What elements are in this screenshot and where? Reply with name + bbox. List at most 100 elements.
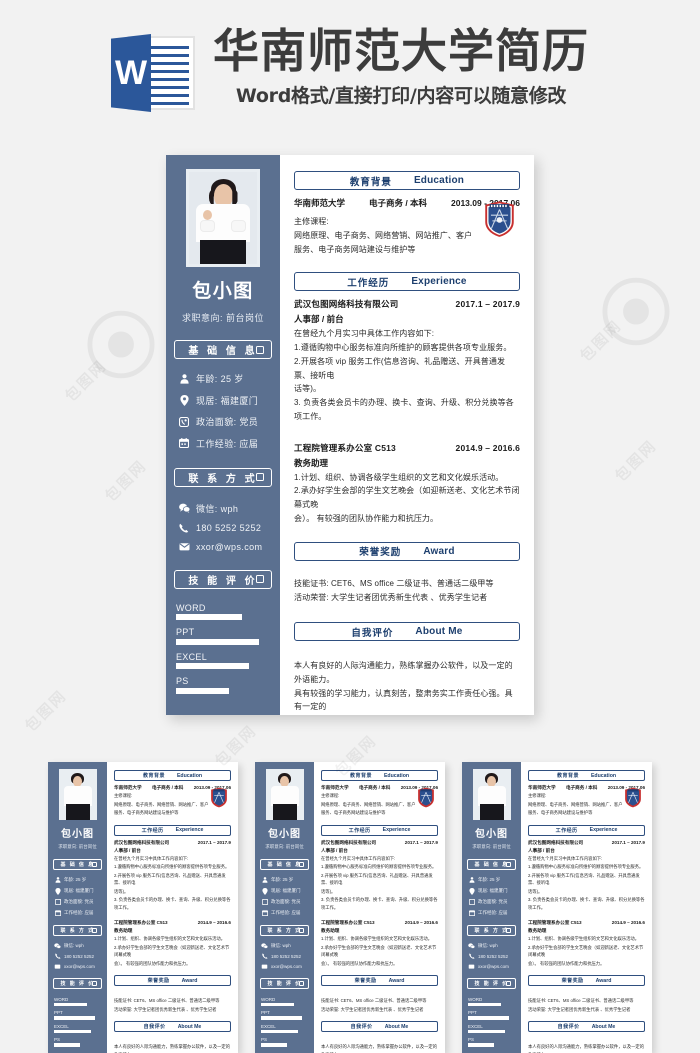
email-icon: [177, 542, 191, 551]
job-role: 教务助理: [321, 928, 340, 934]
wechat-icon: [54, 942, 61, 949]
education-school: 华南师范大学: [294, 198, 346, 208]
job-line: 2.开展各项 vip 服务工作(信息咨询、礼品赠送、开具普通发票、接听电: [528, 872, 640, 886]
skill-item: PPT: [261, 1010, 308, 1020]
wechat-icon: [177, 503, 191, 513]
resume-document[interactable]: 包小图 求职意向: 前台岗位 基 础 信 息 年龄: 25 岁 现居: 福建厦门…: [166, 155, 534, 715]
thumb-objective: 求职意向: 前台岗位: [265, 844, 304, 849]
thumb-section-basic: 基 础 信 息: [467, 859, 516, 870]
thumb-section-contact: 联 系 方 式: [53, 924, 102, 936]
job-org: 武汉包图网络科技有限公司: [321, 839, 377, 845]
skill-fill: [54, 1029, 91, 1033]
skill-track: [176, 687, 270, 694]
job-objective: 求职意向: 前台岗位: [181, 313, 264, 323]
badge-icon: [177, 416, 191, 427]
sidebar-section-label: 联 系 方 式: [188, 473, 258, 485]
skill-label: PPT: [261, 1010, 270, 1015]
list-item-label: xxor@wps.com: [271, 963, 302, 969]
section-title-en: Experience: [382, 827, 411, 834]
job-line: 话等)。: [528, 888, 543, 894]
skill-item: PPT: [468, 1010, 515, 1020]
list-item-label: 政治面貌: 党员: [271, 899, 301, 904]
thumb-contact-list: 微信: wph 180 5252 5252 xxor@wps.com: [261, 943, 314, 969]
section-title-en: Award: [595, 977, 612, 984]
thumbnail-preview-1[interactable]: 包小图 求职意向: 前台岗位 基 础 信 息 年龄: 25 岁 现居: 福建厦门…: [48, 762, 238, 1053]
thumb-section-about: 自我评价 About Me: [114, 1021, 231, 1033]
skill-fill: [261, 1016, 303, 1020]
badge-icon: [468, 899, 475, 905]
thumb-objective: 求职意向: 前台岗位: [472, 844, 511, 849]
skill-track: [176, 638, 270, 645]
thumb-skill-list: WORD PPT EXCEL PS: [261, 997, 308, 1047]
list-item-label: 微信: wph: [64, 942, 84, 948]
basic-info-list: 年龄: 25 岁 现居: 福建厦门 政治面貌: 党员 工作经验: 应届: [177, 372, 280, 450]
list-item: xxor@wps.com: [54, 964, 107, 969]
job-org: 武汉包图网络科技有限公司: [528, 839, 584, 845]
job-date: 2017.1 – 2017.9: [455, 299, 520, 310]
phone-icon: [468, 953, 475, 959]
job-role: 人事部 / 前台: [114, 847, 141, 853]
list-item-label: 180 5252 5252: [196, 523, 262, 533]
skill-label: PS: [468, 1037, 475, 1042]
thumb-avatar: [265, 769, 304, 820]
skill-item: EXCEL: [176, 652, 270, 669]
job-org: 工程院管理系办公室 C513: [114, 920, 168, 926]
skill-label: PPT: [468, 1010, 477, 1015]
email-icon: [468, 964, 475, 969]
sidebar-section-label: 技 能 评 价: [188, 575, 258, 587]
job-line: 话等)。: [114, 888, 129, 894]
thumbnail-preview-3[interactable]: 包小图 求职意向: 前台岗位 基 础 信 息 年龄: 25 岁 现居: 福建厦门…: [462, 762, 652, 1053]
job-role: 教务助理: [114, 928, 133, 934]
phone-icon: [261, 953, 268, 959]
skill-fill: [261, 1043, 288, 1047]
university-crest-icon: [211, 787, 227, 808]
job-date: 2014.9 – 2016.6: [455, 442, 520, 453]
list-item-label: 工作经验: 应届: [196, 438, 259, 449]
job-line: 2.承办好学生会部的学生文艺晚会（如迎新送老、文化艺术节闭幕式晚: [114, 944, 230, 958]
thumb-name: 包小图: [61, 829, 94, 840]
contact-list: 微信: wph 180 5252 5252 xxor@wps.com: [177, 502, 280, 552]
thumb-section-contact: 联 系 方 式: [260, 924, 309, 936]
thumb-section-basic: 基 础 信 息: [53, 859, 102, 870]
award-line: 技能证书: CET6、MS office 二级证书、普通话二级甲等: [114, 998, 220, 1004]
calendar-icon: [468, 909, 475, 916]
list-item: 现居: 福建厦门: [468, 887, 521, 895]
list-item: 政治面貌: 党员: [468, 899, 521, 905]
watermark-text-1: 包图网: [62, 357, 111, 406]
section-title-cn: 荣誉奖励: [147, 978, 170, 985]
award-line: 技能证书: CET6、MS office 二级证书、普通话二级甲等: [294, 578, 494, 588]
section-title-en: Experience: [411, 276, 467, 288]
about-line: 团队合作能力，快速执行能力;亲和力强。有耐心、沟通能力强，能很好: [294, 714, 520, 715]
candidate-name: 包小图: [192, 281, 254, 302]
list-item: 180 5252 5252: [261, 953, 314, 959]
thumbnail-preview-2[interactable]: 包小图 求职意向: 前台岗位 基 础 信 息 年龄: 25 岁 现居: 福建厦门…: [255, 762, 445, 1053]
skill-fill: [261, 1002, 294, 1006]
skill-label: EXCEL: [54, 1023, 69, 1029]
job-line: 2.开展各项 vip 服务工作(信息咨询、礼品赠送、开具普通发票、接听电: [321, 872, 433, 886]
thumb-section-label: 基 础 信 息: [267, 862, 302, 868]
thumb-basic-list: 年龄: 25 岁 现居: 福建厦门 政治面貌: 党员 工作经验: 应届: [261, 877, 314, 916]
job-line: 在曾经九个月实习中具体工作内容如下:: [294, 329, 435, 339]
section-title-en: Award: [388, 977, 405, 984]
skill-item: PS: [176, 676, 270, 694]
thumbnail-strip: 包小图 求职意向: 前台岗位 基 础 信 息 年龄: 25 岁 现居: 福建厦门…: [0, 762, 700, 1053]
job-line: 会）。 有较强的团队协作能力和抗压力。: [114, 960, 191, 966]
list-item: 微信: wph: [54, 943, 107, 949]
list-item: 工作经验: 应届: [468, 910, 521, 916]
section-title-en: Education: [413, 175, 465, 186]
wechat-icon: [261, 942, 268, 949]
about-line: 本人有良好的人际沟通能力，熟练掌握办公软件，以及一定的外语能力。: [294, 661, 513, 684]
section-title-cn: 教育背景: [142, 773, 165, 779]
job-line: 3. 负责各类会员卡的办理、换卡、查询、升级、积分兑换等各项工作。: [528, 897, 645, 910]
skill-item: WORD: [54, 997, 101, 1006]
watermark-text-2: 包图网: [102, 457, 151, 506]
skill-label: PS: [176, 676, 189, 686]
watermark-hook-right: ⦿: [600, 272, 673, 356]
section-title-en: Experience: [175, 827, 204, 834]
job-line: 会）。 有较强的团队协作能力和抗压力。: [528, 960, 605, 966]
section-title-cn: 荣誉奖励: [354, 978, 377, 985]
thumb-contact-list: 微信: wph 180 5252 5252 xxor@wps.com: [468, 943, 521, 969]
list-item-label: 工作经验: 应届: [271, 909, 301, 915]
job-org: 工程院管理系办公室 C513: [528, 920, 582, 926]
calendar-icon: [261, 909, 268, 916]
